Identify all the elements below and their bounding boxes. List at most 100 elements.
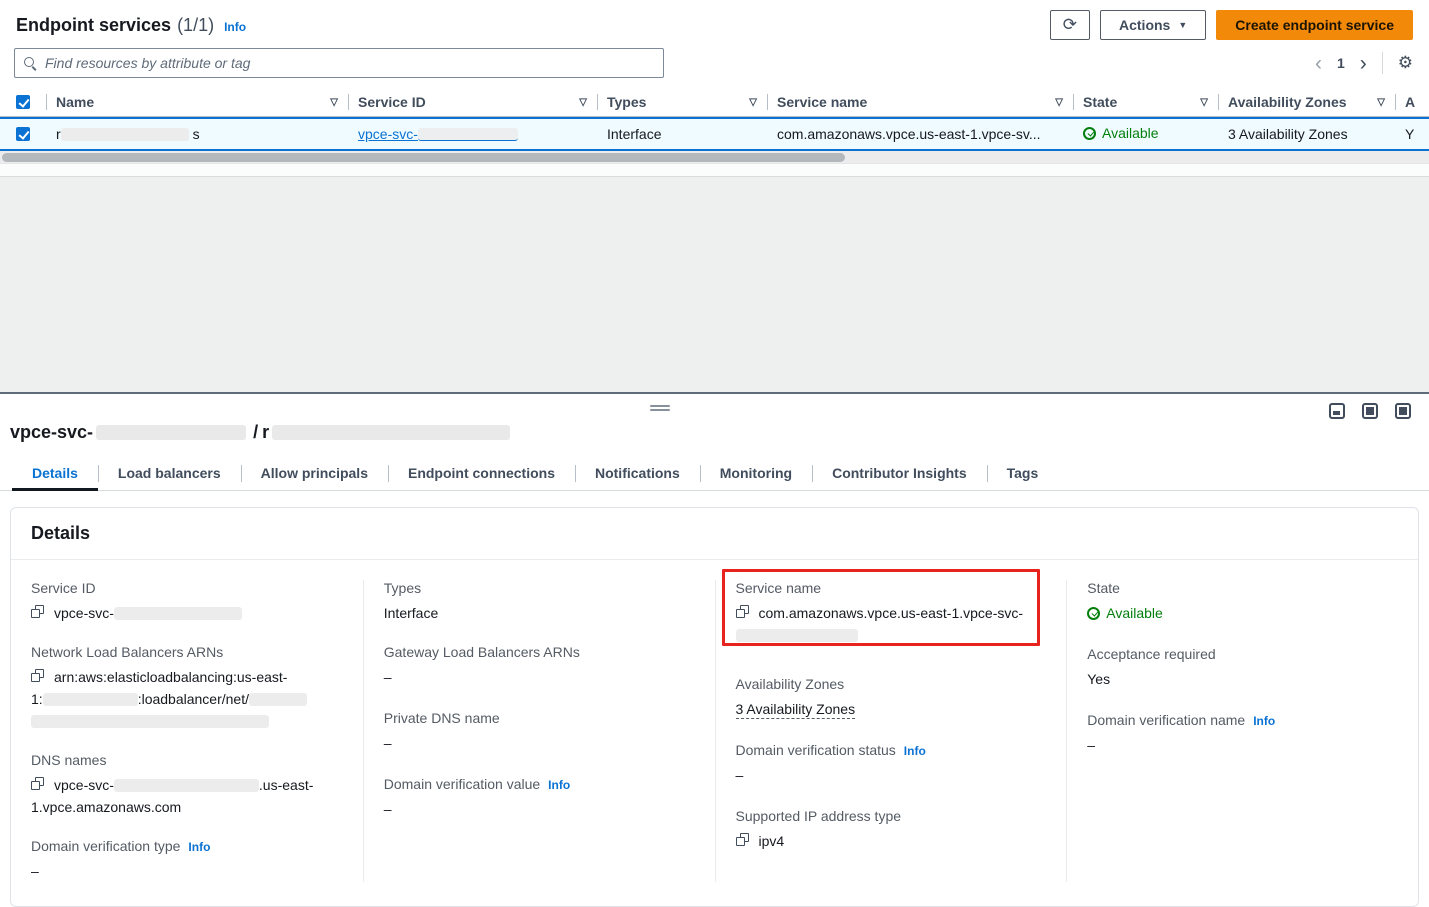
column-label: Service ID: [358, 94, 426, 110]
actions-button[interactable]: Actions ▼: [1100, 10, 1206, 40]
cell-service-name: com.amazonaws.vpce.us-east-1.vpce-sv...: [767, 126, 1073, 142]
page-background-gap: [0, 177, 1429, 392]
panel-header: Endpoint services (1/1) Info ⟳ Actions▼ …: [0, 0, 1429, 44]
tab-notifications[interactable]: Notifications: [575, 458, 700, 490]
field-label: Types: [384, 580, 695, 596]
details-column-4: State Available Acceptance required Yes …: [1066, 580, 1418, 882]
filter-icon[interactable]: ▽: [1377, 97, 1385, 108]
filter-icon[interactable]: ▽: [749, 97, 757, 108]
select-all-checkbox[interactable]: [16, 95, 30, 109]
domain-verification-status-value: –: [736, 764, 1047, 786]
split-panel-drag-handle-icon[interactable]: [650, 403, 670, 413]
filter-icon[interactable]: ▽: [1055, 97, 1063, 108]
info-link[interactable]: Info: [904, 744, 926, 758]
redacted-text: [114, 607, 242, 620]
gateway-arns-value: –: [384, 666, 695, 688]
filter-icon[interactable]: ▽: [579, 97, 587, 108]
types-value: Interface: [384, 602, 695, 624]
detail-panel-title: vpce-svc- / r: [0, 394, 1429, 443]
table-header: Name ▽ Service ID ▽ Types▽ Service name ▽ S…: [0, 88, 1429, 117]
field-label: Service ID: [31, 580, 343, 596]
page-number[interactable]: 1: [1337, 55, 1345, 71]
details-column-2: Types Interface Gateway Load Balancers A…: [363, 580, 715, 882]
split-panel-bottom-icon[interactable]: [1329, 403, 1345, 419]
refresh-button[interactable]: ⟳: [1050, 10, 1090, 40]
info-link[interactable]: Info: [1253, 714, 1275, 728]
column-label: Service name: [777, 94, 867, 110]
settings-gear-icon[interactable]: ⚙: [1398, 53, 1413, 73]
caret-down-icon: ▼: [1178, 20, 1187, 30]
tab-allow-principals[interactable]: Allow principals: [241, 458, 388, 490]
row-checkbox[interactable]: [16, 127, 30, 141]
availability-zones-link[interactable]: 3 Availability Zones: [736, 701, 856, 719]
copy-icon[interactable]: [31, 605, 46, 620]
tab-endpoint-connections[interactable]: Endpoint connections: [388, 458, 575, 490]
cell-acceptance-clipped: Y: [1395, 126, 1429, 142]
column-header-name[interactable]: Name ▽: [46, 88, 348, 116]
actions-button-label: Actions: [1119, 17, 1170, 33]
info-link[interactable]: Info: [548, 778, 570, 792]
horizontal-scrollbar-thumb[interactable]: [2, 153, 845, 162]
create-endpoint-service-button[interactable]: Create endpoint service: [1216, 10, 1413, 40]
tab-monitoring[interactable]: Monitoring: [700, 458, 812, 490]
supported-ip-value: ipv4: [736, 830, 1047, 852]
nlb-arns-value: arn:aws:elasticloadbalancing:us-east- 1:…: [31, 666, 343, 732]
column-header-service-name[interactable]: Service name ▽: [767, 88, 1073, 116]
field-label: Domain verification nameInfo: [1087, 712, 1398, 728]
redacted-text: [114, 779, 259, 792]
column-header-availability-zones[interactable]: Availability Zones ▽: [1218, 88, 1395, 116]
details-column-3: Service name com.amazonaws.vpce.us-east-…: [715, 580, 1067, 882]
tab-tags[interactable]: Tags: [987, 458, 1059, 490]
field-label: Domain verification statusInfo: [736, 742, 1047, 758]
service-id-value: vpce-svc-: [31, 602, 343, 624]
details-card: Details Service ID vpce-svc- Network Loa…: [10, 507, 1419, 907]
column-header-state[interactable]: State▽: [1073, 88, 1218, 116]
cell-name: r s: [46, 126, 348, 142]
table-footer: [0, 163, 1429, 177]
detail-tabs: Details Load balancers Allow principals …: [0, 458, 1429, 491]
domain-verification-type-value: –: [31, 860, 343, 882]
chevron-right-icon[interactable]: ›: [1360, 53, 1367, 74]
info-link[interactable]: Info: [188, 840, 210, 854]
filter-icon[interactable]: ▽: [1200, 97, 1208, 108]
field-label: Acceptance required: [1087, 646, 1398, 662]
check-circle-icon: [1087, 607, 1100, 620]
divider: [1382, 52, 1383, 74]
details-column-1: Service ID vpce-svc- Network Load Balanc…: [11, 580, 363, 882]
column-header-service-id[interactable]: Service ID ▽: [348, 88, 597, 116]
tab-load-balancers[interactable]: Load balancers: [98, 458, 241, 490]
cell-types: Interface: [597, 126, 767, 142]
copy-icon[interactable]: [736, 605, 751, 620]
split-panel: vpce-svc- / r Details Load balancers All…: [0, 392, 1429, 907]
domain-verification-value-value: –: [384, 798, 695, 820]
split-panel-half-icon[interactable]: [1362, 403, 1378, 419]
field-label: Network Load Balancers ARNs: [31, 644, 343, 660]
column-label: Name: [56, 94, 94, 110]
split-panel-full-icon[interactable]: [1395, 403, 1411, 419]
horizontal-scrollbar-track[interactable]: [0, 151, 1429, 163]
redacted-text: [418, 128, 518, 141]
copy-icon[interactable]: [736, 833, 751, 848]
redacted-text: [61, 128, 189, 141]
search-icon: [24, 57, 37, 70]
filter-icon[interactable]: ▽: [330, 97, 338, 108]
info-link[interactable]: Info: [224, 20, 246, 34]
availability-zones-link[interactable]: 3 Availability Zones: [1228, 126, 1348, 142]
tab-details[interactable]: Details: [12, 458, 98, 490]
table-row[interactable]: r s vpce-svc- Interface com.amazonaws.vp…: [0, 117, 1429, 151]
chevron-left-icon[interactable]: ‹: [1315, 53, 1322, 74]
column-header-clipped[interactable]: A: [1395, 88, 1429, 116]
field-label: Gateway Load Balancers ARNs: [384, 644, 695, 660]
search-input[interactable]: [45, 55, 654, 71]
copy-icon[interactable]: [31, 669, 46, 684]
copy-icon[interactable]: [31, 777, 46, 792]
resource-count: (1/1): [177, 15, 214, 36]
dns-names-value: vpce-svc-.us-east- 1.vpce.amazonaws.com: [31, 774, 343, 818]
tab-contributor-insights[interactable]: Contributor Insights: [812, 458, 987, 490]
search-box[interactable]: [14, 48, 664, 78]
refresh-icon: ⟳: [1063, 15, 1077, 35]
column-header-types[interactable]: Types▽: [597, 88, 767, 116]
service-id-link[interactable]: vpce-svc-: [358, 126, 518, 142]
redacted-text: [96, 425, 246, 440]
column-label: Availability Zones: [1228, 94, 1347, 110]
